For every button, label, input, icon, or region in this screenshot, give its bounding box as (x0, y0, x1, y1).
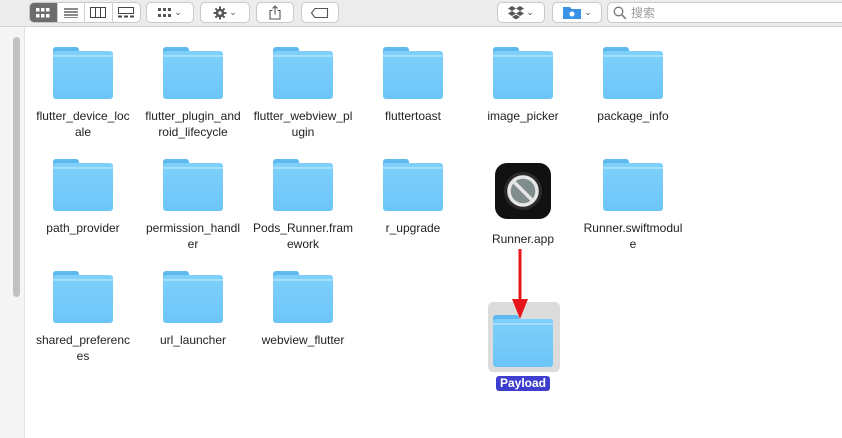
action-button[interactable]: ⌄ (200, 2, 250, 23)
group-by-button[interactable]: ⌄ (146, 2, 194, 23)
folder-icon (163, 271, 223, 323)
file-name-label: flutter_plugin_and roid_lifecycle (145, 109, 241, 139)
file-name-label: permission_handl er (145, 221, 241, 251)
file-name-label: url_launcher (159, 333, 227, 347)
file-icon-grid: flutter_device_loc ale flutter_plugin_and… (0, 27, 842, 438)
folder-icon (603, 47, 663, 99)
folder-item[interactable]: r_upgrade (358, 159, 468, 236)
columns-icon (90, 7, 107, 18)
folder-item[interactable]: permission_handl er (138, 159, 248, 252)
list-view-button[interactable] (58, 3, 85, 22)
gallery-view-button[interactable] (113, 3, 140, 22)
folder-icon (383, 47, 443, 99)
file-name-label: flutter_webview_pl ugin (253, 109, 353, 139)
file-name-label: Runner.app (491, 232, 555, 246)
icon-view-button[interactable] (30, 3, 58, 22)
folder-item[interactable]: flutter_webview_pl ugin (248, 47, 358, 140)
column-view-button[interactable] (85, 3, 113, 22)
file-name-label: image_picker (487, 109, 559, 123)
share-button[interactable] (256, 2, 294, 23)
folder-item[interactable]: path_provider (28, 159, 138, 236)
folder-icon (53, 47, 113, 99)
folder-icon (603, 159, 663, 211)
chevron-down-icon: ⌄ (526, 7, 534, 17)
folder-item[interactable]: image_picker (468, 47, 578, 124)
gear-icon (213, 6, 227, 19)
folder-item[interactable]: flutter_device_loc ale (28, 47, 138, 140)
folder-icon (53, 271, 113, 323)
folder-icon (493, 47, 553, 99)
icon-grid-icon (36, 7, 50, 17)
vertical-scrollbar[interactable] (13, 37, 20, 297)
search-placeholder: 搜索 (631, 6, 656, 20)
folder-icon (383, 159, 443, 211)
red-arrow-annotation (512, 249, 528, 319)
list-icon (63, 7, 78, 18)
file-name-label: r_upgrade (385, 221, 441, 235)
group-grid-icon (158, 7, 172, 17)
folder-item[interactable]: Pods_Runner.fram ework (248, 159, 358, 252)
view-mode-control (29, 2, 141, 23)
location-button[interactable]: ⌄ (552, 2, 602, 23)
prohibited-app-icon (504, 172, 542, 210)
folder-icon (163, 47, 223, 99)
folder-icon (53, 159, 113, 211)
tags-button[interactable] (301, 2, 339, 23)
folder-icon (273, 159, 333, 211)
folder-item[interactable]: webview_flutter (248, 271, 358, 348)
file-name-label: flutter_device_loc ale (36, 109, 130, 139)
file-name-label: Runner.swiftmodul e (583, 221, 683, 251)
file-name-label: package_info (597, 109, 669, 123)
file-name-label: path_provider (46, 221, 120, 235)
folder-item[interactable]: shared_preferenc es (28, 271, 138, 364)
finder-toolbar: ⌄ ⌄ ⌄ ⌄ 搜索 (0, 0, 842, 27)
share-icon (269, 5, 281, 20)
folder-icon (493, 315, 553, 367)
file-name-label: shared_preferenc es (35, 333, 131, 363)
search-field[interactable]: 搜索 (607, 2, 842, 23)
folder-path-icon (563, 7, 582, 19)
tag-icon (311, 7, 329, 18)
app-icon (495, 163, 551, 219)
folder-item[interactable]: url_launcher (138, 271, 248, 348)
folder-icon (273, 271, 333, 323)
dropbox-button[interactable]: ⌄ (497, 2, 545, 23)
chevron-down-icon: ⌄ (174, 7, 182, 17)
folder-item[interactable]: fluttertoast (358, 47, 468, 124)
file-name-label: fluttertoast (384, 109, 442, 123)
file-name-label: webview_flutter (261, 333, 345, 347)
chevron-down-icon: ⌄ (584, 7, 592, 17)
folder-item[interactable]: Runner.swiftmodul e (578, 159, 688, 252)
file-name-label: Pods_Runner.fram ework (252, 221, 354, 251)
gallery-icon (118, 7, 135, 18)
payload-folder-item[interactable]: Payload (468, 315, 578, 392)
chevron-down-icon: ⌄ (229, 7, 237, 17)
sidebar-edge (0, 27, 25, 438)
app-item[interactable]: Runner.app (468, 163, 578, 247)
search-icon (613, 6, 627, 19)
dropbox-icon (508, 5, 525, 19)
folder-item[interactable]: flutter_plugin_and roid_lifecycle (138, 47, 248, 140)
folder-icon (273, 47, 333, 99)
folder-icon (163, 159, 223, 211)
folder-item[interactable]: package_info (578, 47, 688, 124)
selected-file-name-label: Payload (495, 376, 551, 391)
